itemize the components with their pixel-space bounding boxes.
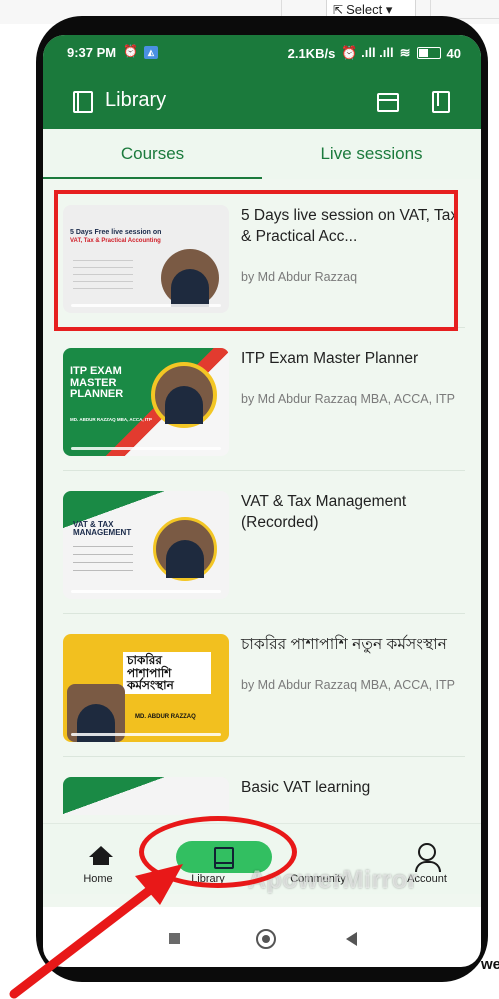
network-speed: 2.1KB/s xyxy=(287,45,336,61)
battery-icon xyxy=(416,47,441,59)
course-thumbnail: ITP EXAM MASTER PLANNER MD. ABDUR RAZZAQ… xyxy=(63,348,229,456)
course-title: VAT & Tax Management (Recorded) xyxy=(241,493,407,531)
thumb-subtitle: MD. ABDUR RAZZAQ MBA, ACCA, ITP xyxy=(70,417,152,422)
home-button-icon[interactable] xyxy=(256,929,276,949)
library-book-icon xyxy=(73,91,93,113)
nav-home-label: Home xyxy=(83,873,113,885)
thumb-progress-bar xyxy=(71,447,221,450)
annotation-ellipse xyxy=(139,816,297,888)
tab-bar: Courses Live sessions xyxy=(43,129,481,179)
thumb-headline: চাকরির পাশাপাশি কর্মসংস্থান xyxy=(123,652,211,694)
status-bar: 9:37 PM ⏰ ◭ 2.1KB/s ⏰ .ıll .ıll ≋ 40 xyxy=(43,35,481,73)
course-item[interactable]: চাকরির পাশাপাশি কর্মসংস্থান MD. ABDUR RA… xyxy=(43,614,481,757)
home-icon xyxy=(89,846,113,865)
wifi-icon: ≋ xyxy=(399,45,411,60)
alarm-icon: ⏰ xyxy=(123,44,138,58)
page-title: Library xyxy=(105,89,167,111)
person-icon xyxy=(415,843,441,872)
instructor-photo xyxy=(151,362,217,428)
system-nav-bar xyxy=(43,907,481,967)
course-author: by Md Abdur Razzaq MBA, ACCA, ITP xyxy=(241,678,455,692)
course-list: 5 Days Free live session on VAT, Tax & P… xyxy=(43,185,481,815)
thumb-bullets xyxy=(73,546,133,578)
highlight-box xyxy=(54,190,458,331)
thumb-progress-bar xyxy=(71,733,221,736)
course-item[interactable]: Basic VAT learning xyxy=(43,757,481,815)
active-tab-indicator xyxy=(43,177,262,179)
recents-icon[interactable] xyxy=(169,933,180,944)
course-item[interactable]: VAT & TAX MANAGEMENT VAT & Tax Managemen… xyxy=(43,471,481,614)
select-label: Select xyxy=(346,2,383,17)
course-item[interactable]: ITP EXAM MASTER PLANNER MD. ABDUR RAZZAQ… xyxy=(43,328,481,471)
cursor-icon: ⇱ xyxy=(333,3,344,17)
nav-home[interactable]: Home xyxy=(43,824,153,894)
course-title: চাকরির পাশাপাশি নতুন কর্মসংস্থান xyxy=(241,636,447,653)
course-author: by Md Abdur Razzaq MBA, ACCA, ITP xyxy=(241,392,455,406)
battery-level: 40 xyxy=(446,45,461,61)
thumb-headline: ITP EXAM MASTER PLANNER xyxy=(70,365,124,401)
corner-text: we xyxy=(481,956,499,973)
archive-icon[interactable] xyxy=(377,93,399,112)
course-thumbnail xyxy=(63,777,229,815)
app-bar: Library xyxy=(43,73,481,129)
status-right: 2.1KB/s ⏰ .ıll .ıll ≋ 40 xyxy=(288,45,461,61)
course-thumbnail: VAT & TAX MANAGEMENT xyxy=(63,491,229,599)
bookmark-icon[interactable] xyxy=(432,91,450,113)
tab-courses[interactable]: Courses xyxy=(43,129,262,179)
course-title: Basic VAT learning xyxy=(241,779,371,796)
signal-icon: ⏰ .ıll .ıll xyxy=(341,45,394,60)
back-icon[interactable] xyxy=(346,932,357,946)
thumb-subtitle: MD. ABDUR RAZZAQ xyxy=(135,714,196,720)
instructor-photo xyxy=(153,517,217,581)
thumb-headline: VAT & TAX MANAGEMENT xyxy=(73,520,132,538)
course-thumbnail: চাকরির পাশাপাশি কর্মসংস্থান MD. ABDUR RA… xyxy=(63,634,229,742)
app-screen: 9:37 PM ⏰ ◭ 2.1KB/s ⏰ .ıll .ıll ≋ 40 Lib… xyxy=(43,35,481,907)
tab-live-sessions[interactable]: Live sessions xyxy=(262,129,481,179)
course-title: ITP Exam Master Planner xyxy=(241,350,419,367)
thumb-progress-bar xyxy=(71,590,221,593)
status-time: 9:37 PM xyxy=(67,45,117,60)
app-notification-icon: ◭ xyxy=(144,46,158,59)
